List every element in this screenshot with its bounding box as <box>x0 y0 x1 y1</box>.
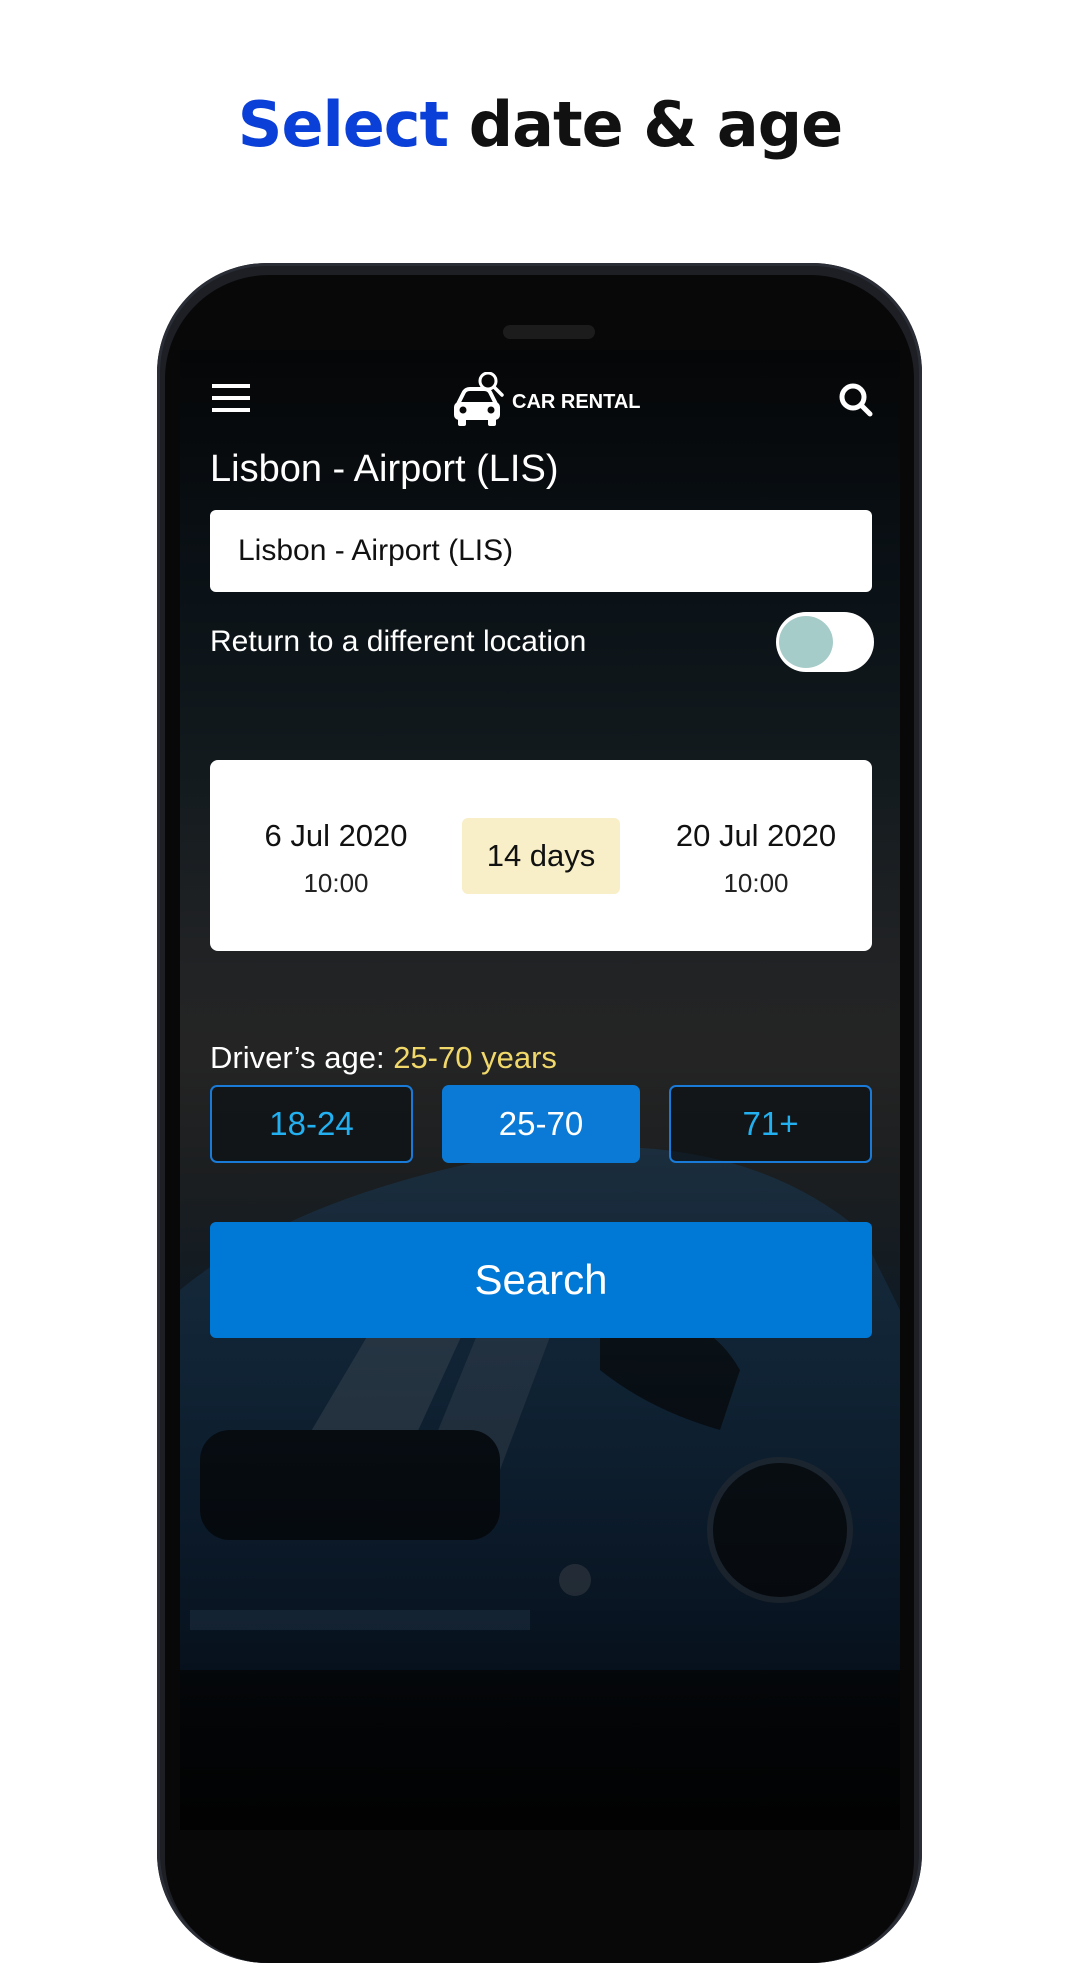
rental-duration-badge: 14 days <box>462 818 620 894</box>
age-option-25-70[interactable]: 25-70 <box>442 1085 640 1163</box>
hamburger-menu-icon[interactable] <box>212 384 250 412</box>
date-range-card: 6 Jul 2020 10:00 14 days 20 Jul 2020 10:… <box>210 760 872 951</box>
toggle-knob <box>779 616 833 668</box>
promo-headline: Select date & age <box>0 88 1080 161</box>
return-different-location-label: Return to a different location <box>210 625 587 658</box>
top-app-bar: CAR RENTAL <box>180 350 900 440</box>
phone-bezel: CAR RENTAL Lisbon - Airport (LIS) Return… <box>165 275 914 1963</box>
search-icon[interactable] <box>836 380 876 420</box>
age-option-71-plus[interactable]: 71+ <box>669 1085 872 1163</box>
pickup-date-selector[interactable]: 6 Jul 2020 10:00 <box>216 818 456 899</box>
return-date: 20 Jul 2020 <box>675 818 837 853</box>
age-option-18-24[interactable]: 18-24 <box>210 1085 413 1163</box>
phone-frame: CAR RENTAL Lisbon - Airport (LIS) Return… <box>157 263 922 1963</box>
search-button[interactable]: Search <box>210 1222 872 1338</box>
return-date-selector[interactable]: 20 Jul 2020 10:00 <box>636 818 876 899</box>
app-screen: CAR RENTAL Lisbon - Airport (LIS) Return… <box>180 350 900 1830</box>
background-car-image <box>180 1146 900 1670</box>
driver-age-label-text: Driver’s age: <box>210 1040 394 1075</box>
car-search-icon <box>454 372 504 426</box>
headline-accent: Select <box>237 88 449 161</box>
pickup-location-title: Lisbon - Airport (LIS) <box>210 448 559 490</box>
driver-age-value: 25-70 years <box>393 1040 557 1075</box>
pickup-location-input[interactable] <box>210 510 872 592</box>
return-different-location-toggle[interactable] <box>776 612 874 672</box>
app-logo: CAR RENTAL <box>450 372 641 428</box>
pickup-time: 10:00 <box>303 868 369 898</box>
pickup-date: 6 Jul 2020 <box>264 818 408 853</box>
headline-rest: date & age <box>448 88 843 161</box>
phone-speaker <box>503 325 595 339</box>
return-time: 10:00 <box>723 868 789 898</box>
driver-age-label: Driver’s age: 25-70 years <box>210 1040 557 1076</box>
logo-text: CAR RENTAL <box>512 391 641 413</box>
